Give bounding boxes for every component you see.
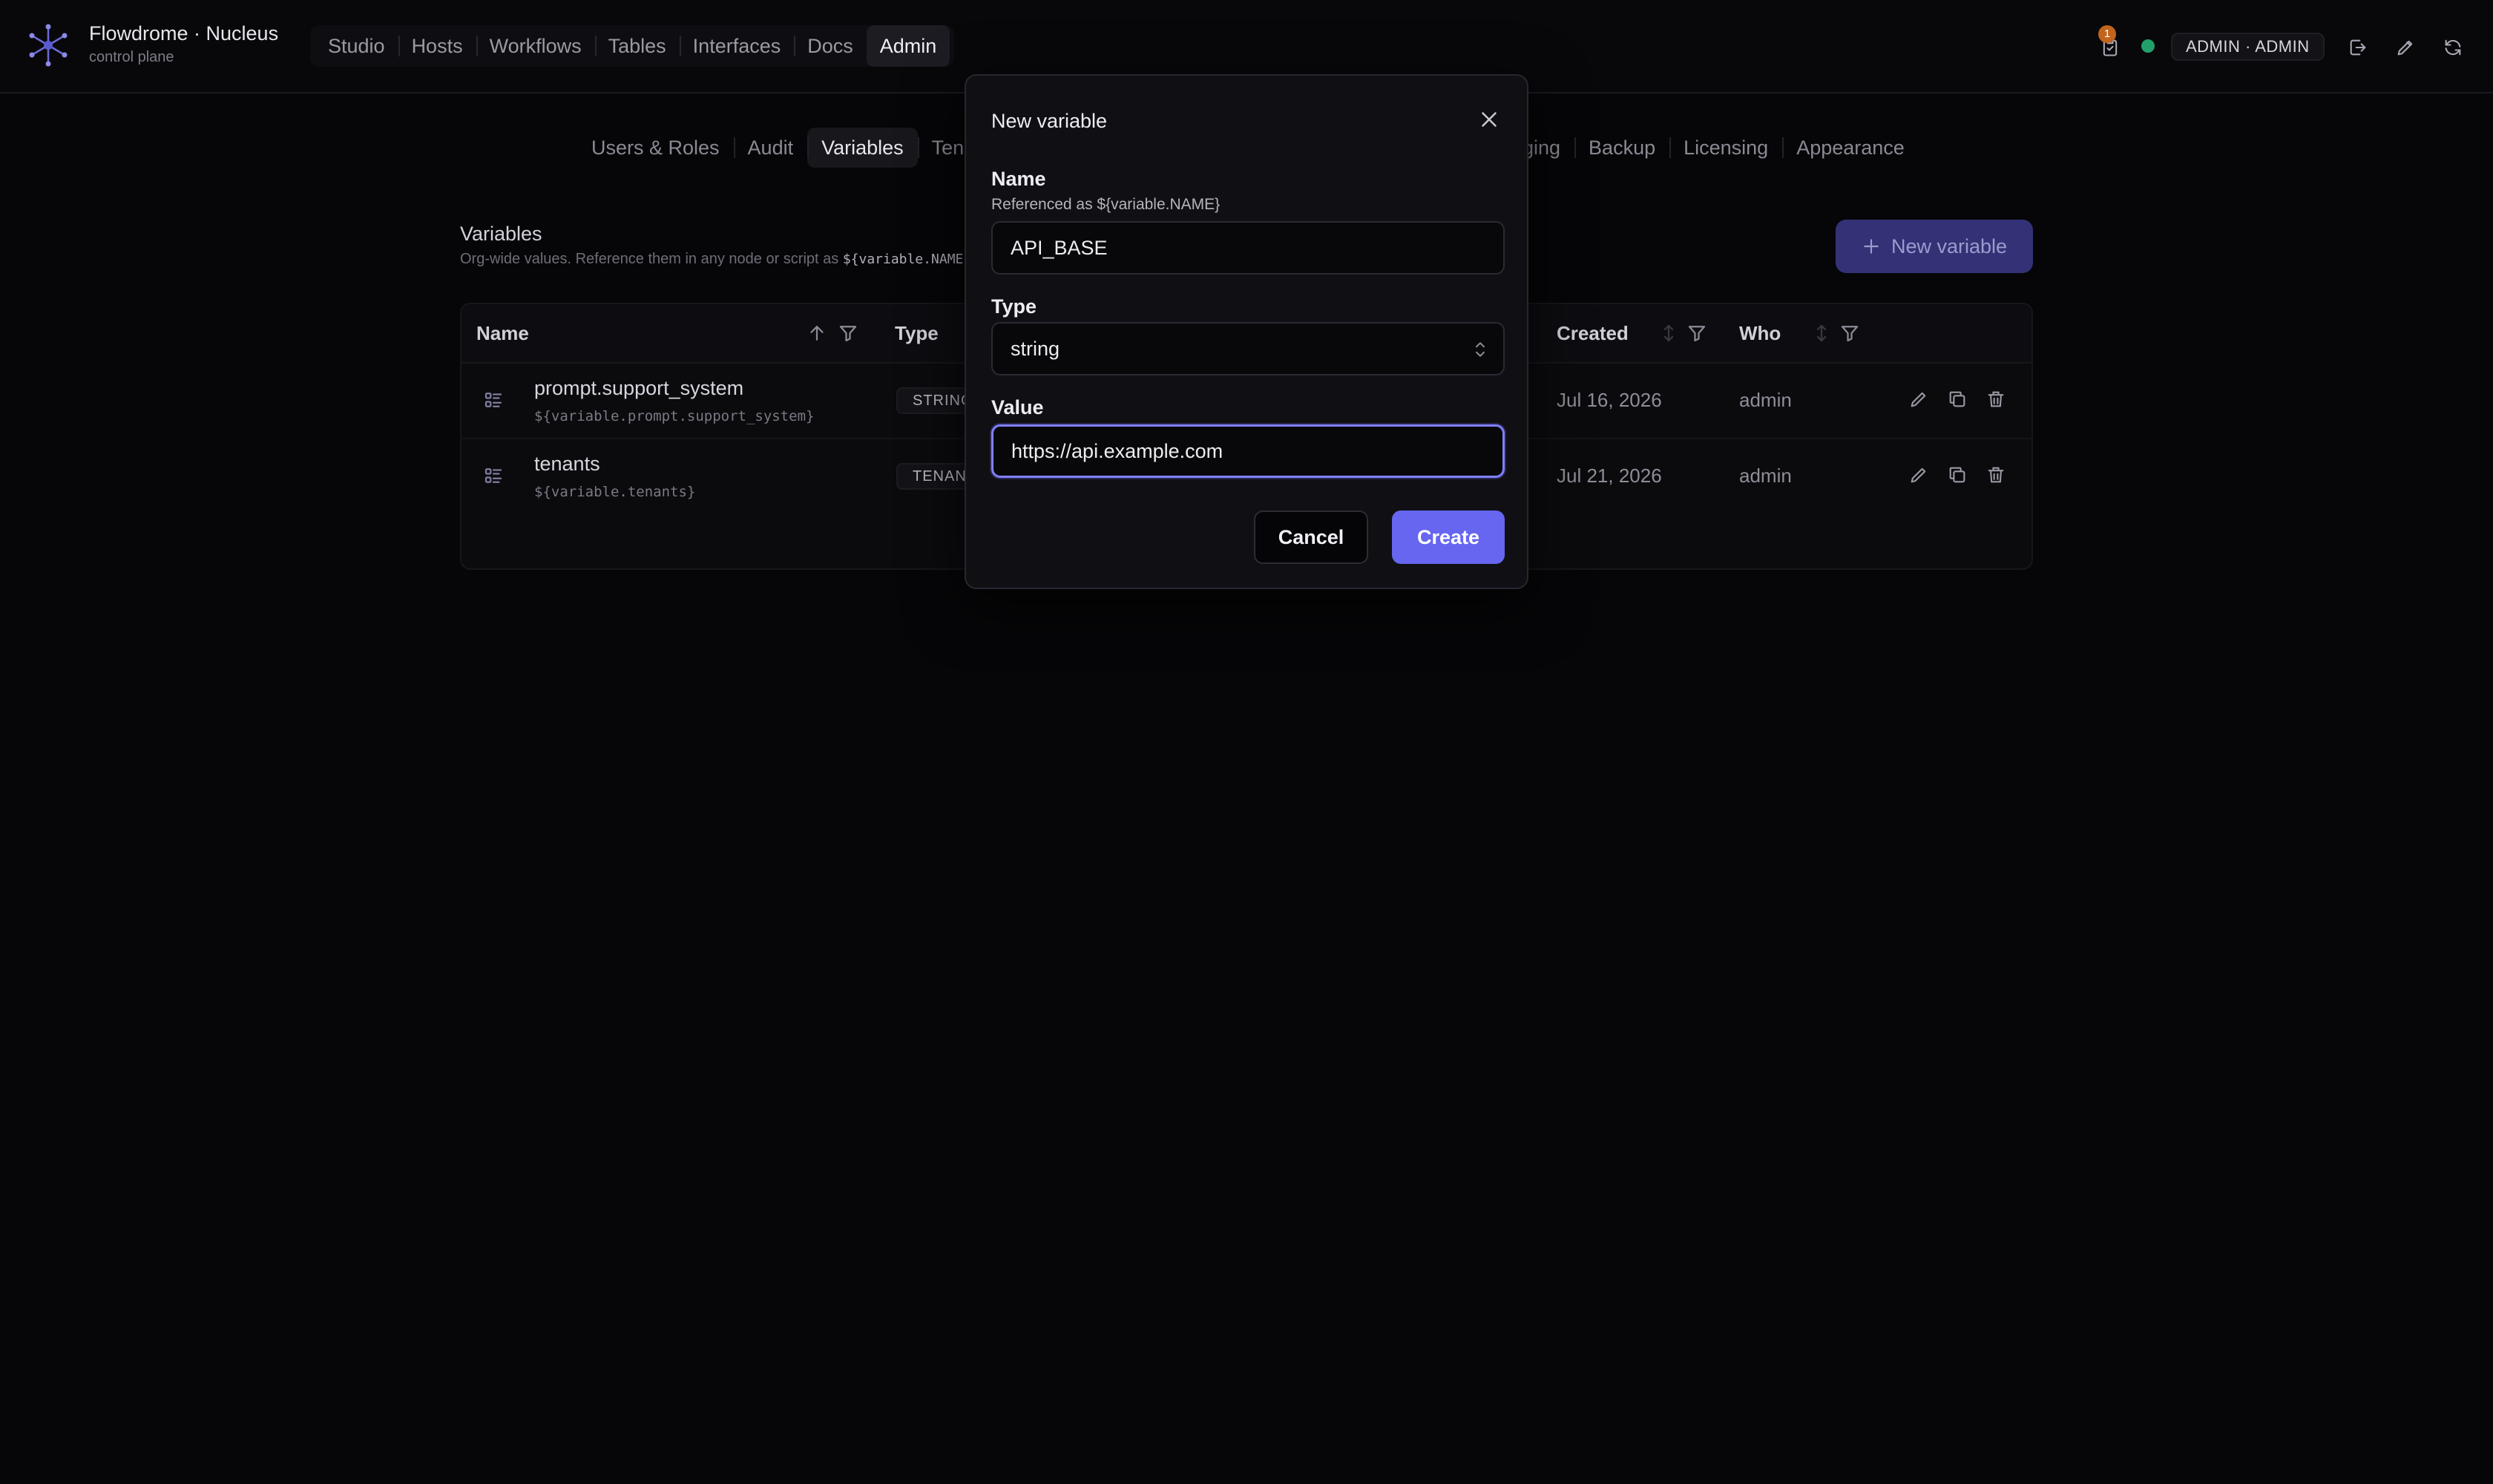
pencil-icon (1911, 392, 1926, 407)
created-date: Jul 16, 2026 (1557, 389, 1662, 411)
connection-status-dot (2141, 39, 2155, 53)
new-variable-dialog: New variable Name Referenced as ${variab… (965, 74, 1528, 589)
column-who[interactable]: Who (1739, 322, 1781, 345)
admin-tabs-right: ging Backup Licensing Appearance (1506, 128, 1919, 168)
edit-row-button[interactable] (1908, 389, 1932, 413)
variable-reference: ${variable.tenants} (534, 484, 696, 500)
nav-interfaces[interactable]: Interfaces (679, 25, 795, 67)
type-label: Type (991, 295, 1037, 318)
tab-appearance[interactable]: Appearance (1782, 128, 1919, 168)
column-name[interactable]: Name (476, 322, 529, 345)
tab-audit[interactable]: Audit (733, 128, 808, 168)
flowdrome-logo-icon (29, 24, 68, 67)
variable-list-icon (482, 464, 505, 487)
tab-users-roles[interactable]: Users & Roles (577, 128, 734, 168)
page-description: Org-wide values. Reference them in any n… (460, 251, 971, 268)
created-date: Jul 21, 2026 (1557, 464, 1662, 487)
column-created[interactable]: Created (1557, 322, 1629, 345)
cancel-button[interactable]: Cancel (1254, 510, 1368, 564)
tab-variables[interactable]: Variables (807, 128, 918, 168)
nav-docs[interactable]: Docs (794, 25, 867, 67)
new-variable-label: New variable (1891, 234, 2008, 257)
refresh-button[interactable] (2438, 33, 2468, 62)
nav-hosts[interactable]: Hosts (398, 25, 476, 67)
chevron-up-down-icon (1476, 342, 1485, 357)
value-label: Value (991, 396, 1044, 418)
admin-tabs: Users & Roles Audit Variables Tena (577, 128, 989, 168)
edit-button[interactable] (2391, 33, 2420, 62)
filter-icon[interactable] (1686, 322, 1708, 344)
pencil-icon (2397, 40, 2413, 56)
copy-icon (1949, 467, 1965, 483)
value-input[interactable]: https://api.example.com (991, 424, 1505, 478)
refresh-icon (2445, 39, 2461, 56)
variable-name: tenants (534, 453, 600, 475)
name-input[interactable]: API_BASE (991, 221, 1505, 275)
notification-badge: 1 (2098, 25, 2116, 43)
dialog-title: New variable (991, 110, 1108, 132)
delete-row-button[interactable] (1985, 464, 2009, 488)
copy-icon (1949, 391, 1965, 407)
filter-icon[interactable] (1839, 322, 1861, 344)
page-description-code: ${variable.NAME} (842, 252, 972, 267)
type-selected-value: string (1011, 338, 1060, 360)
variable-list-icon (482, 389, 505, 411)
create-button[interactable]: Create (1392, 510, 1505, 564)
user-menu[interactable]: ADMIN · ADMIN (2171, 33, 2325, 61)
sort-asc-icon[interactable] (806, 322, 828, 344)
new-variable-button[interactable]: New variable (1836, 220, 2033, 273)
type-select[interactable]: string (991, 322, 1505, 375)
trash-icon (1988, 391, 2004, 407)
nav-tables[interactable]: Tables (594, 25, 680, 67)
variable-reference: ${variable.prompt.support_system} (534, 408, 815, 424)
column-type[interactable]: Type (895, 322, 939, 345)
page-title: Variables (460, 223, 542, 245)
app-subtitle: control plane (89, 49, 174, 65)
duplicate-row-button[interactable] (1947, 389, 1971, 413)
nav-admin[interactable]: Admin (866, 25, 950, 67)
plus-icon (1864, 239, 1879, 254)
tab-backup[interactable]: Backup (1574, 128, 1669, 168)
sort-icon[interactable] (1810, 322, 1833, 344)
variable-name: prompt.support_system (534, 377, 744, 399)
duplicate-row-button[interactable] (1947, 464, 1971, 488)
main-nav: Studio Hosts Workflows Tables Interfaces… (310, 25, 955, 67)
close-icon (1482, 112, 1497, 127)
created-by: admin (1739, 389, 1792, 411)
logout-icon (2350, 39, 2366, 56)
edit-row-button[interactable] (1908, 464, 1932, 488)
filter-icon[interactable] (837, 322, 859, 344)
page-description-text: Org-wide values. Reference them in any n… (460, 251, 843, 267)
pencil-icon (1911, 467, 1926, 483)
trash-icon (1988, 467, 2004, 483)
logout-button[interactable] (2343, 33, 2373, 62)
nav-workflows[interactable]: Workflows (476, 25, 595, 67)
app-title: Flowdrome · Nucleus (89, 22, 279, 45)
delete-row-button[interactable] (1985, 389, 2009, 413)
sort-icon[interactable] (1658, 322, 1680, 344)
tab-licensing[interactable]: Licensing (1669, 128, 1782, 168)
close-dialog-button[interactable] (1477, 107, 1506, 137)
created-by: admin (1739, 464, 1792, 487)
name-label: Name (991, 168, 1046, 190)
name-hint: Referenced as ${variable.NAME} (991, 196, 1221, 213)
nav-studio[interactable]: Studio (315, 25, 398, 67)
